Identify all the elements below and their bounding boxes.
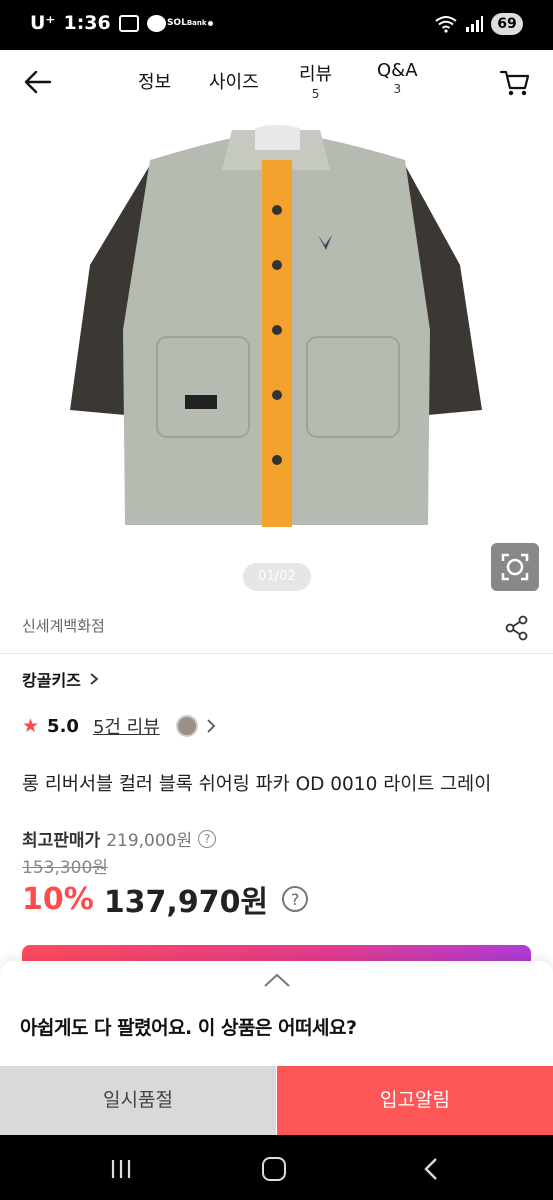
star-icon: ★ <box>22 715 40 737</box>
tab-qna[interactable]: Q&A 3 <box>377 60 418 96</box>
signal-icon <box>466 16 483 32</box>
tab-info[interactable]: 정보 <box>138 68 171 94</box>
store-row: 신세계백화점 <box>0 602 553 654</box>
soldout-message: 아쉽게도 다 팔렸어요. 이 상품은 어떠세요? <box>20 1017 357 1039</box>
clock: 1:36 <box>63 12 111 34</box>
help-icon[interactable]: ? <box>198 829 217 848</box>
cart-icon[interactable] <box>497 64 533 100</box>
max-price-value: 219,000원 <box>106 831 193 851</box>
back-arrow-icon[interactable] <box>20 64 56 100</box>
notification-dot <box>207 20 213 26</box>
chat-bubble-icon <box>146 14 166 32</box>
product-jacket-image <box>70 125 482 527</box>
chevron-up-icon[interactable] <box>262 971 292 991</box>
restock-notify-button[interactable]: 입고알림 <box>277 1066 553 1135</box>
rating-row: ★ 5.0 5건 리뷰 <box>22 712 216 740</box>
tab-reviews-count: 5 <box>311 87 320 101</box>
back-icon[interactable] <box>420 1157 442 1181</box>
status-bar: U⁺ 1:36 SOL Bank 69 <box>0 0 553 50</box>
share-icon[interactable] <box>503 614 531 642</box>
product-image-gallery[interactable] <box>0 114 553 602</box>
kakao-talk-icon <box>118 14 139 32</box>
tab-size[interactable]: 사이즈 <box>209 68 259 94</box>
chevron-right-icon[interactable] <box>206 718 216 734</box>
wifi-icon <box>435 16 457 33</box>
image-search-icon[interactable] <box>491 543 539 591</box>
store-name[interactable]: 신세계백화점 <box>22 615 105 636</box>
tab-qna-count: 3 <box>393 82 402 96</box>
help-icon[interactable]: ? <box>282 886 309 912</box>
soldout-button[interactable]: 일시품절 <box>0 1066 276 1135</box>
brand-link[interactable]: 캉골키즈 <box>22 667 99 691</box>
max-price-row: 최고판매가 219,000원 ? <box>22 826 217 851</box>
rating-score: 5.0 <box>47 715 79 737</box>
chevron-right-icon <box>90 673 99 685</box>
home-icon[interactable] <box>262 1157 286 1181</box>
brand-name: 캉골키즈 <box>22 671 81 690</box>
sale-price: 137,970원 <box>103 885 269 920</box>
top-header: 정보 사이즈 리뷰 5 Q&A 3 <box>0 50 553 114</box>
original-price: 153,300원 <box>22 858 108 878</box>
reviewer-avatar[interactable] <box>175 715 198 737</box>
max-price-label: 최고판매가 <box>22 831 101 851</box>
system-nav-bar <box>0 1135 553 1200</box>
battery-icon: 69 <box>491 13 523 35</box>
sol-bank-icon: SOL Bank <box>166 17 207 28</box>
gallery-pager: 01/02 <box>243 563 311 591</box>
reviews-link[interactable]: 5건 리뷰 <box>93 713 160 739</box>
sale-price-row: 10% 137,970원 ? <box>22 877 309 921</box>
discount-rate: 10% <box>22 881 94 917</box>
product-title: 롱 리버서블 컬러 블록 쉬어링 파카 OD 0010 라이트 그레이 <box>22 774 492 795</box>
carrier-label: U⁺ <box>30 12 56 34</box>
recent-apps-icon[interactable] <box>110 1159 132 1179</box>
tab-reviews[interactable]: 리뷰 5 <box>299 60 332 101</box>
